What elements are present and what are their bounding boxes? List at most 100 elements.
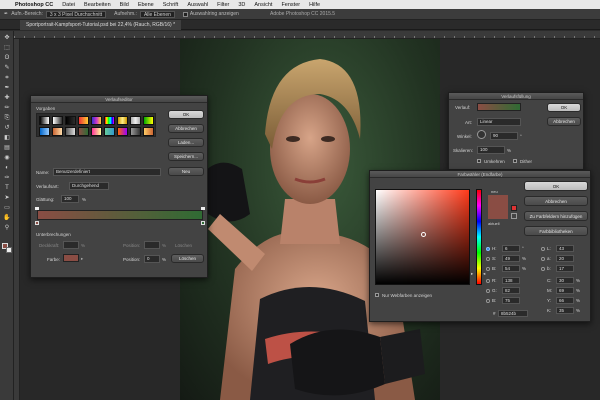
shape-icon[interactable]: ▭ — [3, 205, 11, 212]
magenta-field[interactable]: 69 — [556, 287, 574, 294]
gradient-preset-swatch[interactable] — [130, 127, 141, 136]
quick-select-icon[interactable]: ✎ — [3, 65, 11, 72]
opacity-delete-button[interactable]: Löschen — [175, 243, 192, 248]
gradient-preset-swatch[interactable] — [39, 127, 50, 136]
gamut-warning-icon[interactable] — [511, 205, 517, 211]
lab-a-field[interactable]: 20 — [556, 255, 574, 262]
dither-checkbox[interactable] — [513, 159, 517, 163]
save-button[interactable]: Speichern... — [168, 152, 204, 161]
pen-icon[interactable]: ✑ — [3, 175, 11, 182]
gradient-icon[interactable]: ▤ — [3, 145, 11, 152]
angle-field[interactable]: 90 — [490, 132, 518, 140]
lab-l-field[interactable]: 43 — [556, 245, 574, 252]
dodge-icon[interactable]: ◐ — [3, 165, 11, 172]
green-radio[interactable] — [486, 289, 490, 293]
style-select[interactable]: Linear — [477, 118, 521, 126]
gradient-type-select[interactable]: Durchgehend — [69, 182, 109, 190]
menu-bild[interactable]: Bild — [120, 2, 129, 8]
gradient-preset-swatch[interactable] — [117, 127, 128, 136]
menu-ansicht[interactable]: Ansicht — [254, 2, 272, 8]
gradient-preset-swatch[interactable] — [143, 116, 154, 125]
opacity-position-field[interactable] — [144, 241, 160, 249]
blue-radio[interactable] — [486, 299, 490, 303]
reverse-checkbox[interactable] — [477, 159, 481, 163]
color-stop-left[interactable] — [35, 221, 39, 225]
type-icon[interactable]: T — [3, 185, 11, 192]
hue-slider[interactable] — [476, 189, 482, 285]
document-tab[interactable]: Sportportrait-Kampfsport-Tutorial.psd be… — [20, 20, 182, 30]
ok-button[interactable]: OK — [168, 110, 204, 119]
marquee-icon[interactable]: ⬚ — [3, 45, 11, 52]
blue-field[interactable]: 75 — [502, 297, 520, 304]
red-field[interactable]: 138 — [502, 277, 520, 284]
gradient-preset-swatch[interactable] — [52, 116, 63, 125]
new-button[interactable]: Neu — [168, 167, 204, 176]
history-brush-icon[interactable]: ↺ — [3, 125, 11, 132]
gradient-preset-swatch[interactable] — [130, 116, 141, 125]
picker-ok-button[interactable]: OK — [524, 181, 588, 191]
crop-icon[interactable]: ⌗ — [3, 75, 11, 82]
color-stop-right[interactable] — [201, 221, 205, 225]
hue-field[interactable]: 6 — [502, 245, 520, 252]
overlay-cancel-button[interactable]: Abbrechen — [547, 117, 581, 126]
stamp-icon[interactable]: ⎘ — [3, 115, 11, 122]
hue-radio[interactable] — [486, 247, 490, 251]
color-position-field[interactable]: 0 — [144, 255, 160, 263]
hue-slider-left-handle[interactable]: ▸ — [471, 271, 473, 277]
gradient-preset-swatch[interactable] — [104, 127, 115, 136]
angle-dial[interactable] — [477, 130, 486, 139]
hand-icon[interactable]: ✋ — [3, 215, 11, 222]
gradient-name-field[interactable]: Benutzerdefiniert — [53, 168, 161, 176]
lab-b-radio[interactable] — [541, 267, 545, 271]
gradient-preset-swatch[interactable] — [117, 116, 128, 125]
stop-color-swatch[interactable] — [63, 254, 79, 262]
cyan-field[interactable]: 30 — [556, 277, 574, 284]
eyedropper-icon[interactable]: ✒ — [3, 85, 11, 92]
lab-a-radio[interactable] — [541, 257, 545, 261]
gradient-preset-swatch[interactable] — [65, 116, 76, 125]
gradient-preview[interactable] — [477, 103, 521, 111]
menu-fenster[interactable]: Fenster — [281, 2, 300, 8]
move-icon[interactable]: ✥ — [3, 35, 11, 42]
gradient-preset-swatch[interactable] — [65, 127, 76, 136]
hex-field[interactable]: 8b524b — [498, 310, 528, 317]
brightness-radio[interactable] — [486, 267, 490, 271]
menu-ebene[interactable]: Ebene — [138, 2, 154, 8]
brush-icon[interactable]: ✏ — [3, 105, 11, 112]
cancel-button[interactable]: Abbrechen — [168, 124, 204, 133]
scale-field[interactable]: 100 — [477, 146, 505, 154]
menu-app[interactable]: Photoshop CC — [15, 2, 53, 8]
gradient-preset-swatch[interactable] — [78, 127, 89, 136]
gradient-preset-swatch[interactable] — [104, 116, 115, 125]
gradient-preset-swatch[interactable] — [52, 127, 63, 136]
smoothness-field[interactable]: 100 — [61, 195, 79, 203]
add-to-swatches-button[interactable]: Zu Farbfeldern hinzufügen — [524, 211, 588, 221]
path-select-icon[interactable]: ➤ — [3, 195, 11, 202]
picker-cancel-button[interactable]: Abbrechen — [524, 196, 588, 206]
load-button[interactable]: Laden... — [168, 138, 204, 147]
gradient-preset-swatch[interactable] — [78, 116, 89, 125]
lasso-icon[interactable]: ʘ — [3, 55, 11, 62]
menu-filter[interactable]: Filter — [217, 2, 229, 8]
saturation-radio[interactable] — [486, 257, 490, 261]
red-radio[interactable] — [486, 279, 490, 283]
menu-auswahl[interactable]: Auswahl — [187, 2, 208, 8]
color-delete-button[interactable]: Löschen — [171, 254, 204, 263]
green-field[interactable]: 82 — [502, 287, 520, 294]
gradient-preset-swatch[interactable] — [91, 116, 102, 125]
opacity-stop-left[interactable] — [35, 207, 39, 210]
opacity-field[interactable] — [63, 241, 79, 249]
eraser-icon[interactable]: ◧ — [3, 135, 11, 142]
color-libraries-button[interactable]: Farbbibliotheken — [524, 226, 588, 236]
saturation-field[interactable]: 49 — [502, 255, 520, 262]
gradient-presets-grid[interactable] — [36, 113, 156, 137]
gradient-bar[interactable] — [37, 210, 203, 220]
gradient-preset-swatch[interactable] — [91, 127, 102, 136]
hue-slider-right-handle[interactable]: ◂ — [483, 271, 485, 277]
sample-size-select[interactable]: 3 x 3 Pixel Durchschnitt — [45, 10, 107, 18]
lab-l-radio[interactable] — [541, 247, 545, 251]
eyedropper-tool-icon[interactable]: ✒ — [4, 11, 8, 17]
brightness-field[interactable]: 54 — [502, 265, 520, 272]
yellow-field[interactable]: 66 — [556, 297, 574, 304]
menu-bearbeiten[interactable]: Bearbeiten — [84, 2, 111, 8]
